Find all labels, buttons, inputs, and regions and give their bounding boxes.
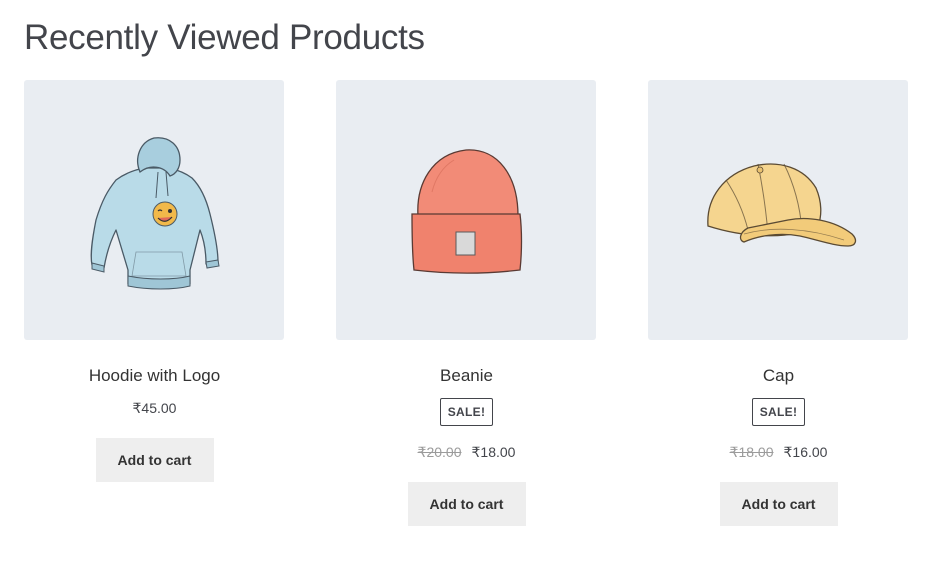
sale-price: ₹16.00 — [783, 444, 828, 460]
product-title[interactable]: Cap — [648, 366, 909, 386]
product-price: ₹20.00 ₹18.00 — [336, 442, 597, 462]
product-image-cap[interactable] — [648, 80, 908, 340]
add-to-cart-button[interactable]: Add to cart — [95, 438, 214, 482]
add-to-cart-button[interactable]: Add to cart — [407, 482, 526, 526]
recently-viewed-products-section: Recently Viewed Products Hoodie with Log… — [0, 0, 926, 561]
sale-price: ₹18.00 — [471, 444, 516, 460]
product-card-cap: Cap SALE! ₹18.00 ₹16.00 Add to cart — [648, 80, 909, 526]
sale-badge: SALE! — [751, 398, 806, 426]
product-price: ₹45.00 — [24, 398, 285, 418]
current-price: ₹45.00 — [132, 400, 177, 416]
cap-icon — [707, 163, 857, 247]
regular-price: ₹20.00 — [417, 444, 462, 460]
hoodie-icon — [90, 137, 220, 290]
sale-badge: SALE! — [439, 398, 494, 426]
add-to-cart-button[interactable]: Add to cart — [719, 482, 838, 526]
product-card-beanie: Beanie SALE! ₹20.00 ₹18.00 Add to cart — [336, 80, 597, 526]
product-image-hoodie[interactable] — [24, 80, 284, 340]
section-title: Recently Viewed Products — [24, 18, 425, 57]
product-price: ₹18.00 ₹16.00 — [648, 442, 909, 462]
product-title[interactable]: Beanie — [336, 366, 597, 386]
product-title[interactable]: Hoodie with Logo — [24, 366, 285, 386]
product-image-beanie[interactable] — [336, 80, 596, 340]
beanie-icon — [411, 149, 523, 274]
regular-price: ₹18.00 — [729, 444, 774, 460]
product-card-hoodie: Hoodie with Logo ₹45.00 Add to cart — [24, 80, 285, 482]
